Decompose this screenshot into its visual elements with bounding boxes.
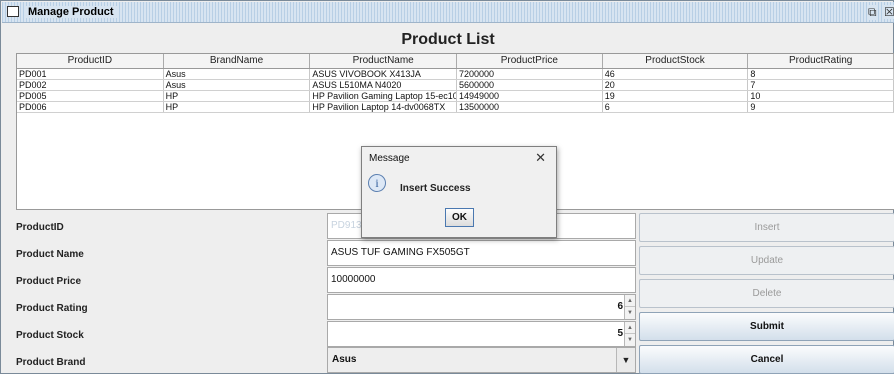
message-dialog: Message ✕ i Insert Success OK [361, 146, 557, 238]
product-name-field[interactable]: ASUS TUF GAMING FX505GT [327, 240, 636, 266]
dialog-close-icon[interactable]: ✕ [535, 150, 546, 166]
table-cell: 14949000 [457, 91, 603, 101]
table-cell: PD006 [17, 102, 164, 112]
column-header[interactable]: ProductStock [603, 54, 749, 68]
brand-selected-value: Asus [332, 354, 357, 365]
info-icon: i [368, 174, 386, 192]
table-cell: PD001 [17, 69, 164, 79]
product-rating-spinner[interactable]: 6 ▲ ▼ [327, 294, 636, 320]
window-title: Manage Product [26, 6, 118, 18]
column-header[interactable]: ProductID [17, 54, 164, 68]
table-cell: 19 [603, 91, 749, 101]
dialog-title: Message [369, 153, 410, 164]
manage-product-window: Manage Product ⧉ ☒ Product List ProductI… [0, 0, 894, 374]
title-bar[interactable]: Manage Product ⧉ ☒ [2, 2, 894, 23]
product-brand-select[interactable]: Asus ▼ [327, 347, 636, 373]
submit-button[interactable]: Submit [639, 312, 894, 341]
product-stock-spinner[interactable]: 5 ▲ ▼ [327, 321, 636, 347]
table-row[interactable]: PD005 HP HP Pavilion Gaming Laptop 15-ec… [17, 91, 894, 102]
ok-button[interactable]: OK [445, 208, 474, 227]
column-header[interactable]: BrandName [164, 54, 311, 68]
spinner-arrows: ▲ ▼ [624, 322, 635, 346]
table-cell: ASUS VIVOBOOK X413JA [310, 69, 458, 79]
table-cell: 20 [603, 80, 749, 90]
page-title: Product List [401, 31, 495, 48]
product-name-label: Product Name [16, 249, 84, 260]
restore-icon[interactable]: ⧉ [868, 5, 877, 20]
table-cell: PD002 [17, 80, 164, 90]
column-header[interactable]: ProductPrice [457, 54, 603, 68]
table-cell: 9 [748, 102, 894, 112]
table-cell: HP Pavilion Laptop 14-dv0068TX [310, 102, 458, 112]
stock-value: 5 [617, 328, 623, 339]
column-header[interactable]: ProductName [310, 54, 458, 68]
table-cell: ASUS L510MA N4020 [310, 80, 458, 90]
chevron-down-icon[interactable]: ▼ [616, 348, 635, 372]
spin-down-icon[interactable]: ▼ [625, 334, 635, 346]
table-cell: HP [164, 102, 311, 112]
table-cell: 7 [748, 80, 894, 90]
table-cell: 7200000 [457, 69, 603, 79]
table-cell: 13500000 [457, 102, 603, 112]
delete-button[interactable]: Delete [639, 279, 894, 308]
spin-up-icon[interactable]: ▲ [625, 322, 635, 334]
table-cell: 6 [603, 102, 749, 112]
table-cell: 8 [748, 69, 894, 79]
spin-down-icon[interactable]: ▼ [625, 307, 635, 319]
product-id-label: ProductID [16, 222, 64, 233]
window-icon [7, 6, 19, 17]
table-row[interactable]: PD002 Asus ASUS L510MA N4020 5600000 20 … [17, 80, 894, 91]
table-cell: 5600000 [457, 80, 603, 90]
table-cell: Asus [164, 80, 311, 90]
spinner-arrows: ▲ ▼ [624, 295, 635, 319]
table-header: ProductID BrandName ProductName ProductP… [17, 54, 894, 69]
table-cell: 46 [603, 69, 749, 79]
product-stock-label: Product Stock [16, 330, 84, 341]
table-cell: 10 [748, 91, 894, 101]
update-button[interactable]: Update [639, 246, 894, 275]
rating-value: 6 [617, 301, 623, 312]
table-row[interactable]: PD001 Asus ASUS VIVOBOOK X413JA 7200000 … [17, 69, 894, 80]
spin-up-icon[interactable]: ▲ [625, 295, 635, 307]
product-price-field[interactable]: 10000000 [327, 267, 636, 293]
cancel-button[interactable]: Cancel [639, 345, 894, 374]
table-cell: Asus [164, 69, 311, 79]
column-header[interactable]: ProductRating [748, 54, 894, 68]
table-cell: HP Pavilion Gaming Laptop 15-ec10... [312, 91, 458, 101]
product-rating-label: Product Rating [16, 303, 88, 314]
table-row[interactable]: PD006 HP HP Pavilion Laptop 14-dv0068TX … [17, 102, 894, 113]
close-icon[interactable]: ☒ [884, 5, 894, 19]
insert-button[interactable]: Insert [639, 213, 894, 242]
product-brand-label: Product Brand [16, 357, 86, 368]
table-cell: PD005 [17, 91, 164, 101]
product-price-label: Product Price [16, 276, 82, 287]
table-cell: HP [164, 91, 311, 101]
dialog-message: Insert Success [400, 183, 471, 194]
